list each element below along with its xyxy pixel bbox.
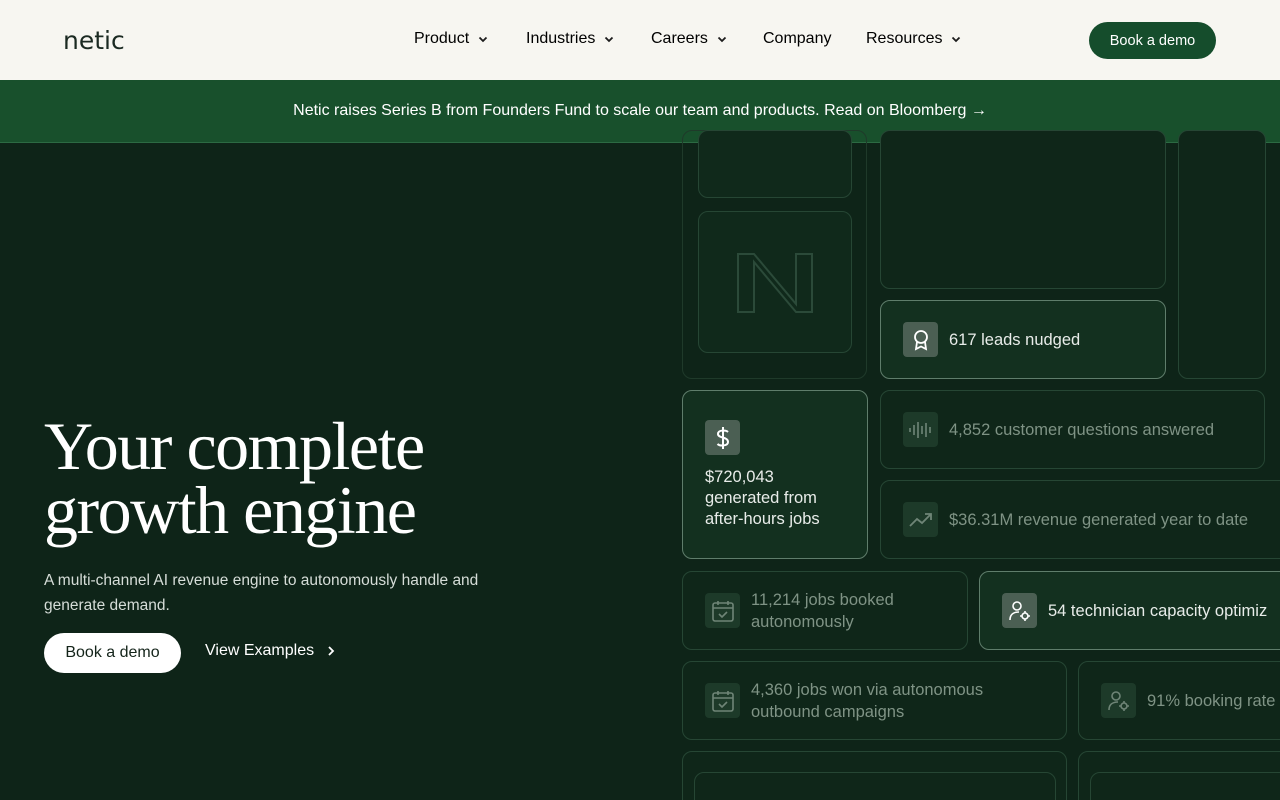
- stat-after-hours: $720,043 generated from after-hours jobs: [705, 467, 820, 530]
- trending-up-icon: [903, 502, 938, 537]
- placeholder-tile-bottom-right: [1078, 751, 1280, 800]
- placeholder-inner-tile-right: [1090, 772, 1280, 800]
- user-gear-icon: [1002, 593, 1037, 628]
- after-hours-amount: $720,043: [705, 468, 774, 486]
- banner-text: Netic raises Series B from Founders Fund…: [293, 102, 987, 119]
- chevron-right-icon: [328, 646, 335, 656]
- stat-leads: 617 leads nudged: [949, 331, 1081, 349]
- stat-jobs-won: 4,360 jobs won via autonomous outbound c…: [751, 679, 983, 723]
- nav-company[interactable]: Company: [763, 30, 831, 48]
- site-header: netic Product Industries Careers Company…: [0, 0, 1280, 80]
- stat-card-after-hours: $720,043 generated from after-hours jobs: [682, 390, 868, 559]
- stat-card-jobs-booked: 11,214 jobs booked autonomously: [682, 571, 968, 650]
- waveform-icon: [903, 412, 938, 447]
- jobs-won-line1: 4,360 jobs won via autonomous: [751, 681, 984, 699]
- nav-company-label: Company: [763, 30, 832, 47]
- stat-card-leads: 617 leads nudged: [880, 300, 1166, 379]
- stat-card-jobs-won: 4,360 jobs won via autonomous outbound c…: [682, 661, 1067, 740]
- hero-title-line2: growth engine: [44, 472, 417, 548]
- jobs-booked-line1: 11,214 jobs booked: [751, 591, 894, 609]
- nav-product[interactable]: Product: [414, 30, 489, 48]
- chevron-down-icon: [605, 36, 614, 43]
- chevron-down-icon: [952, 36, 961, 43]
- placeholder-tile-right: [1178, 130, 1266, 379]
- view-examples-label: View Examples: [205, 642, 315, 659]
- nav-careers-label: Careers: [651, 30, 708, 47]
- view-examples-link[interactable]: View Examples: [205, 642, 336, 660]
- book-demo-button[interactable]: Book a demo: [44, 633, 181, 673]
- stat-technician: 54 technician capacity optimiz: [1048, 602, 1268, 620]
- logo-tile: [698, 211, 852, 353]
- after-hours-line3: after-hours jobs: [705, 510, 820, 528]
- award-icon: [903, 322, 938, 357]
- stat-booking-rate: 91% booking rate: [1147, 692, 1276, 710]
- stat-jobs-booked: 11,214 jobs booked autonomously: [751, 589, 894, 633]
- dollar-icon: [705, 420, 740, 455]
- nav-resources[interactable]: Resources: [866, 30, 962, 48]
- nav-industries-label: Industries: [526, 30, 596, 47]
- user-gear-icon: [1101, 683, 1136, 718]
- book-demo-header-button[interactable]: Book a demo: [1089, 22, 1216, 59]
- hero-subtitle: A multi-channel AI revenue engine to aut…: [44, 572, 479, 614]
- after-hours-line2: generated from: [705, 489, 817, 507]
- calendar-check-icon: [705, 593, 740, 628]
- stat-questions: 4,852 customer questions answered: [949, 421, 1215, 439]
- jobs-booked-line2: autonomously: [751, 613, 854, 631]
- stat-card-revenue: $36.31M revenue generated year to date: [880, 480, 1280, 559]
- stat-card-booking-rate: 91% booking rate: [1078, 661, 1280, 740]
- calendar-check-icon: [705, 683, 740, 718]
- netic-logo[interactable]: netic: [63, 26, 125, 55]
- hero-title-line1: Your complete: [44, 408, 425, 484]
- nav-careers[interactable]: Careers: [651, 30, 728, 48]
- netic-n-mark-icon: [737, 253, 813, 313]
- stat-card-technician: 54 technician capacity optimiz: [979, 571, 1280, 650]
- chevron-down-icon: [479, 36, 488, 43]
- placeholder-tile-bottom: [682, 751, 1067, 800]
- chevron-down-icon: [717, 36, 727, 43]
- nav-product-label: Product: [414, 30, 470, 47]
- stat-revenue: $36.31M revenue generated year to date: [949, 511, 1249, 529]
- placeholder-inner-tile: [694, 772, 1056, 800]
- nav-industries[interactable]: Industries: [526, 30, 615, 48]
- stat-card-questions: 4,852 customer questions answered: [880, 390, 1265, 469]
- placeholder-tile: [880, 130, 1166, 289]
- jobs-won-line2: outbound campaigns: [751, 703, 905, 721]
- logo-tile-top: [698, 130, 852, 198]
- hero-title: Your complete growth engine: [44, 408, 644, 548]
- nav-resources-label: Resources: [866, 30, 943, 47]
